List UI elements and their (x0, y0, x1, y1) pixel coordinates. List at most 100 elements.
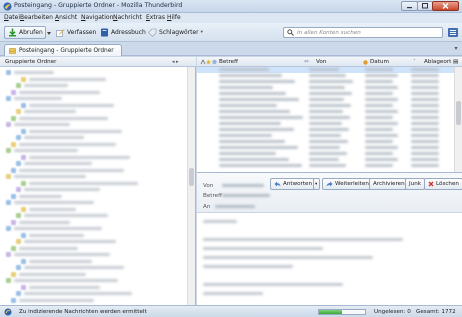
folder-item[interactable] (14, 149, 78, 152)
folder-mode-label[interactable]: Gruppierte Ordner (5, 59, 56, 65)
close-window-button[interactable] (432, 1, 459, 11)
column-ablageort[interactable]: Ablageort (424, 59, 451, 65)
thread-scroll-thumb[interactable] (456, 101, 461, 125)
folder-mode-switch[interactable]: ◂ ▸ (172, 59, 179, 65)
folder-item[interactable] (29, 77, 106, 81)
column-picker-icon[interactable]: ▤ (453, 59, 458, 65)
thread-cell (365, 128, 393, 131)
thread-row[interactable] (197, 163, 454, 169)
folder-item[interactable] (24, 188, 100, 191)
folder-item[interactable] (19, 220, 70, 224)
thread-icons-header[interactable] (200, 59, 217, 65)
folder-icon (21, 232, 26, 238)
column-betreff[interactable]: Betreff (219, 59, 238, 65)
folder-item[interactable] (24, 214, 108, 217)
folder-scroll-thumb[interactable] (189, 168, 194, 186)
folder-item[interactable] (14, 123, 70, 126)
folder-item[interactable] (29, 155, 130, 159)
message-header: Von Betreff An Antworten ▾ Weiterleiten … (197, 173, 462, 213)
folder-icon (11, 141, 16, 147)
folder-item[interactable] (29, 285, 100, 289)
folder-item[interactable] (19, 246, 78, 250)
folder-icon (16, 135, 21, 140)
search-input[interactable]: In allen Konten suchen (283, 27, 443, 38)
folder-icon (21, 128, 26, 134)
address-book-button[interactable]: Adressbuch (97, 26, 149, 39)
folder-item[interactable] (24, 162, 92, 165)
tags-button[interactable]: Schlagwörter ▾ (145, 26, 206, 39)
thread-list[interactable] (197, 67, 454, 172)
thread-cell (309, 86, 345, 89)
thread-cell (309, 104, 351, 107)
folder-item[interactable] (24, 240, 116, 243)
delete-button[interactable]: Löschen (424, 178, 462, 190)
folder-item[interactable] (24, 110, 76, 113)
folder-tree[interactable] (0, 67, 187, 305)
maximize-button[interactable] (417, 1, 433, 11)
folder-item[interactable] (19, 168, 124, 172)
folder-icon (21, 102, 26, 108)
folder-item[interactable] (29, 181, 138, 185)
get-mail-icon (9, 28, 16, 37)
to-value[interactable] (215, 205, 255, 208)
folder-item[interactable] (14, 279, 118, 282)
column-von[interactable]: Von (316, 59, 326, 65)
folder-item[interactable] (14, 175, 86, 178)
minimize-button[interactable] (401, 1, 418, 11)
thread-cell (365, 140, 393, 143)
thread-cell (411, 164, 439, 167)
thread-cell (219, 86, 273, 89)
thread-cell (219, 74, 282, 77)
folder-item[interactable] (19, 272, 86, 276)
folder-item[interactable] (29, 259, 92, 263)
thread-cell (411, 152, 439, 155)
menu-navigation[interactable]: Navigation (81, 14, 113, 21)
tab-posteingang[interactable]: Posteingang - Gruppierte Ordner (4, 44, 122, 56)
folder-item[interactable] (14, 227, 102, 230)
message-body[interactable] (197, 214, 462, 306)
tab-list-icon[interactable]: ▾ (452, 45, 460, 53)
search-placeholder: In allen Konten suchen (297, 29, 361, 36)
thread-cell (411, 98, 439, 101)
reply-button[interactable]: Antworten (270, 178, 317, 190)
folder-item[interactable] (14, 201, 94, 204)
folder-item[interactable] (24, 84, 68, 87)
folder-icon (11, 219, 16, 225)
app-menu-button[interactable] (448, 28, 458, 37)
folder-item[interactable] (24, 136, 84, 139)
folder-item[interactable] (19, 116, 108, 120)
menu-nachricht[interactable]: Nachricht (113, 14, 142, 21)
compose-button[interactable]: Verfassen (53, 26, 99, 39)
folder-item[interactable] (19, 194, 62, 198)
forward-button[interactable]: Weiterleiten (322, 178, 373, 190)
menu-ansicht[interactable]: Ansicht (55, 14, 77, 21)
folder-item[interactable] (19, 142, 116, 146)
get-mail-button[interactable]: Abrufen (4, 26, 46, 39)
folder-item[interactable] (29, 129, 122, 133)
menu-extras[interactable]: Extras (146, 14, 165, 21)
thread-scrollbar[interactable] (454, 67, 462, 172)
menu-datei[interactable]: Datei (4, 14, 20, 21)
folder-item[interactable] (29, 207, 76, 211)
thread-cell (411, 110, 439, 113)
folder-item[interactable] (24, 266, 124, 269)
reply-dropdown-button[interactable]: ▾ (313, 178, 320, 190)
folder-item[interactable] (29, 103, 114, 107)
junk-button[interactable]: Junk (405, 178, 425, 190)
folder-item[interactable] (14, 253, 110, 256)
folder-item[interactable] (19, 90, 100, 94)
column-datum[interactable]: Datum (363, 59, 389, 65)
folder-item[interactable] (29, 233, 84, 237)
folder-item[interactable] (24, 292, 132, 295)
archive-button[interactable]: Archivieren (369, 178, 409, 190)
subject-label: Betreff (203, 193, 222, 199)
folder-item[interactable] (14, 71, 54, 74)
menu-bearbeiten[interactable]: Bearbeiten (20, 14, 53, 21)
chevron-down-icon[interactable] (47, 32, 51, 35)
menu-hilfe[interactable]: Hilfe (167, 14, 181, 21)
thread-cell (411, 116, 439, 119)
folder-item[interactable] (19, 298, 94, 302)
folder-scrollbar[interactable] (187, 67, 195, 305)
from-value[interactable] (222, 184, 264, 187)
folder-item[interactable] (14, 97, 62, 100)
